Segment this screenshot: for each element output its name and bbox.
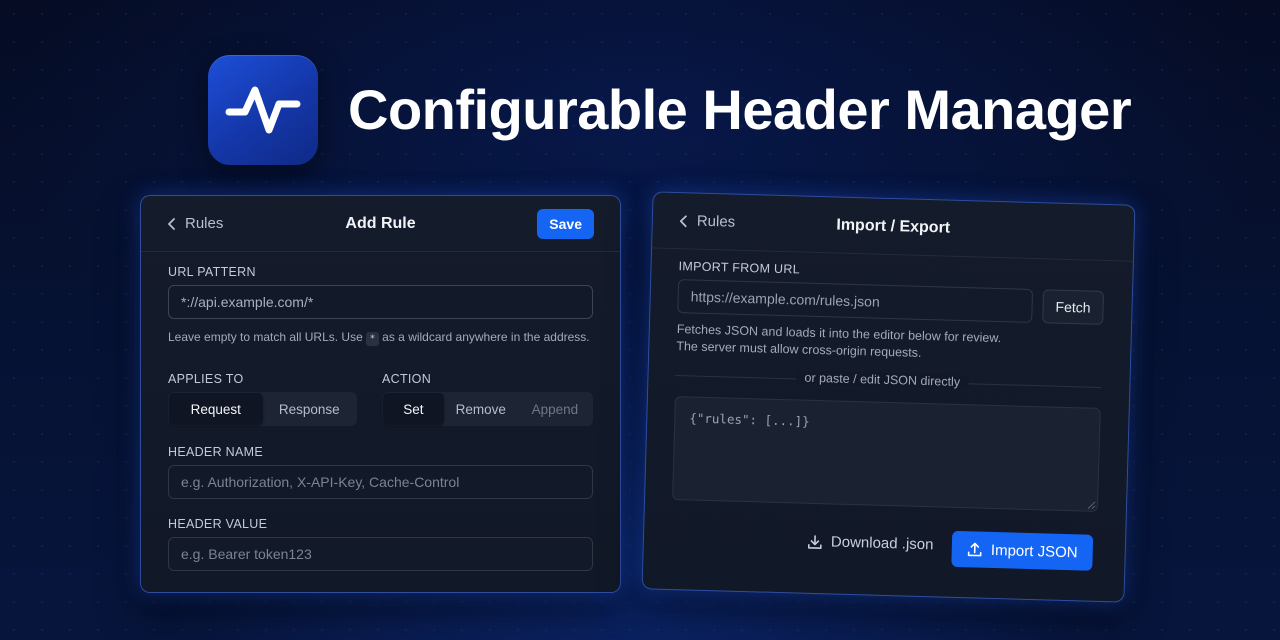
back-label: Rules xyxy=(696,212,736,231)
download-json-link[interactable]: Download .json xyxy=(807,533,934,554)
import-export-panel: Rules Import / Export IMPORT FROM URL ht… xyxy=(641,191,1136,603)
import-url-label: IMPORT FROM URL xyxy=(678,259,801,277)
header-name-label: HEADER NAME xyxy=(168,445,263,459)
save-button[interactable]: Save xyxy=(537,208,594,239)
applies-to-toggle: Request Response xyxy=(168,392,357,426)
url-pattern-label: URL PATTERN xyxy=(168,265,256,279)
back-to-rules-link[interactable]: Rules xyxy=(167,215,223,232)
header-name-input[interactable]: e.g. Authorization, X-API-Key, Cache-Con… xyxy=(168,465,593,499)
import-url-hint: Fetches JSON and loads it into the edito… xyxy=(676,321,1001,364)
chevron-left-icon xyxy=(168,217,175,230)
header-value-label: HEADER VALUE xyxy=(168,517,268,531)
action-append: Append xyxy=(531,401,579,417)
app-logo xyxy=(208,55,318,165)
action-remove[interactable]: Remove xyxy=(444,393,518,425)
action-set[interactable]: Set xyxy=(383,393,444,425)
download-label: Download .json xyxy=(830,533,934,554)
divider-label: or paste / edit JSON directly xyxy=(796,370,969,390)
upload-icon xyxy=(967,542,982,557)
action-label: ACTION xyxy=(382,372,432,386)
applies-to-response[interactable]: Response xyxy=(263,393,357,425)
import-export-header: Rules Import / Export xyxy=(652,192,1135,262)
url-pattern-hint: Leave empty to match all URLs. Use * as a … xyxy=(168,329,590,346)
import-url-input[interactable]: https://example.com/rules.json xyxy=(677,279,1034,323)
hint-text-end: as a wildcard anywhere in the address. xyxy=(382,330,590,344)
add-rule-panel: Rules Add Rule Save URL PATTERN *://api.… xyxy=(140,195,621,593)
import-label: Import JSON xyxy=(990,541,1078,561)
url-pattern-input[interactable]: *://api.example.com/* xyxy=(168,285,593,319)
applies-to-request[interactable]: Request xyxy=(169,393,263,425)
back-to-rules-link[interactable]: Rules xyxy=(679,212,736,231)
header-value-input[interactable]: e.g. Bearer token123 xyxy=(168,537,593,571)
hint-text-start: Leave empty to match all URLs. Use xyxy=(168,330,363,344)
chevron-left-icon xyxy=(679,214,687,227)
resize-grip-icon[interactable] xyxy=(1087,501,1096,510)
add-rule-header: Rules Add Rule Save xyxy=(141,196,620,252)
download-icon xyxy=(807,534,822,549)
activity-pulse-icon xyxy=(225,86,301,134)
json-editor[interactable]: {"rules": [...]} xyxy=(672,396,1101,512)
app-title: Configurable Header Manager xyxy=(348,78,1132,141)
import-json-button[interactable]: Import JSON xyxy=(951,530,1094,571)
wildcard-kbd: * xyxy=(365,332,380,346)
action-toggle: Set Remove Append xyxy=(382,392,593,426)
applies-to-label: APPLIES TO xyxy=(168,372,244,386)
fetch-button[interactable]: Fetch xyxy=(1042,289,1105,325)
back-label: Rules xyxy=(185,215,224,232)
